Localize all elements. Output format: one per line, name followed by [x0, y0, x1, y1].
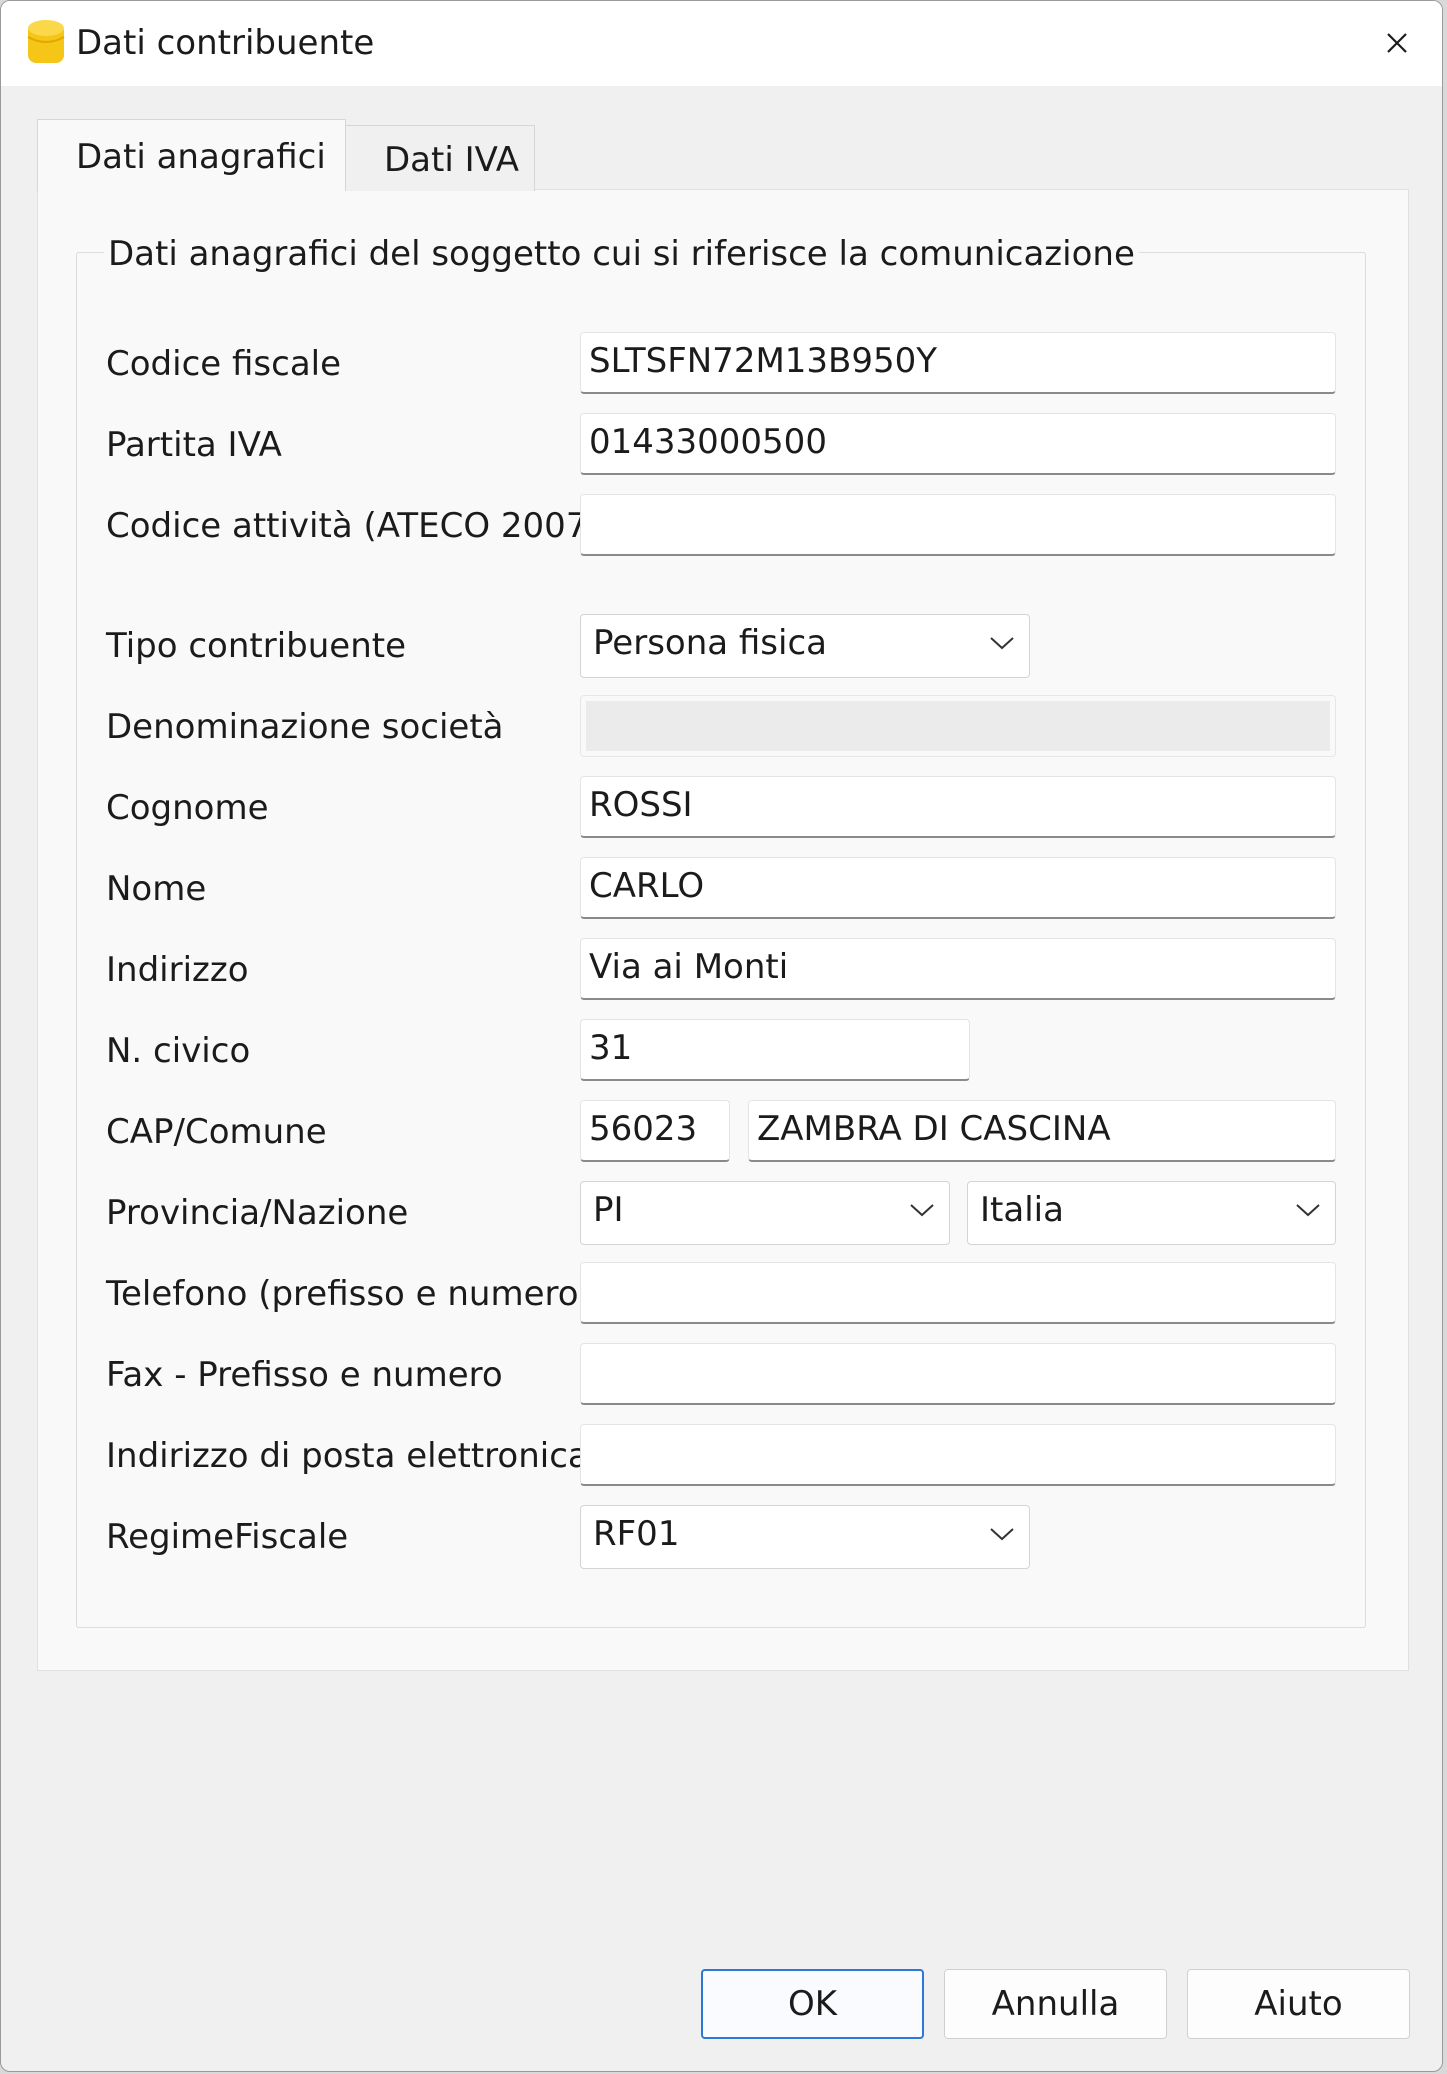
label-nome: Nome	[106, 869, 207, 909]
regime-fiscale-select[interactable]: RF01	[580, 1505, 1030, 1569]
window-title: Dati contribuente	[76, 23, 375, 63]
telefono-field[interactable]	[580, 1262, 1336, 1324]
tipo-contribuente-select[interactable]: Persona fisica	[580, 614, 1030, 678]
denominazione-field	[580, 695, 1336, 757]
cognome-field[interactable]: ROSSI	[580, 776, 1336, 838]
tab-dati-anagrafici[interactable]: Dati anagrafici	[37, 119, 346, 191]
label-fax: Fax - Prefisso e numero	[106, 1355, 503, 1395]
title-bar[interactable]: Dati contribuente	[1, 1, 1442, 86]
label-indirizzo: Indirizzo	[106, 950, 249, 990]
chevron-down-icon	[910, 1204, 934, 1217]
label-partita-iva: Partita IVA	[106, 425, 282, 465]
chevron-down-icon	[990, 637, 1014, 650]
tipo-contribuente-value: Persona fisica	[593, 623, 827, 663]
aiuto-button[interactable]: Aiuto	[1187, 1969, 1410, 2039]
ok-button[interactable]: OK	[701, 1969, 924, 2039]
close-icon	[1387, 33, 1407, 53]
label-codice-attivita: Codice attività (ATECO 2007)	[106, 506, 601, 546]
codice-attivita-field[interactable]	[580, 494, 1336, 556]
label-cap-comune: CAP/Comune	[106, 1112, 327, 1152]
indirizzo-field[interactable]: Via ai Monti	[580, 938, 1336, 1000]
regime-fiscale-value: RF01	[593, 1514, 680, 1554]
cap-field[interactable]: 56023	[580, 1100, 730, 1162]
provincia-value: PI	[593, 1190, 624, 1230]
comune-field[interactable]: ZAMBRA DI CASCINA	[748, 1100, 1336, 1162]
group-title: Dati anagrafici del soggetto cui si rife…	[104, 234, 1139, 274]
provincia-select[interactable]: PI	[580, 1181, 950, 1245]
codice-fiscale-field[interactable]: SLTSFN72M13B950Y	[580, 332, 1336, 394]
nome-field[interactable]: CARLO	[580, 857, 1336, 919]
tab-dati-iva[interactable]: Dati IVA	[345, 125, 535, 191]
label-regime-fiscale: RegimeFiscale	[106, 1517, 349, 1557]
label-codice-fiscale: Codice fiscale	[106, 344, 342, 384]
label-cognome: Cognome	[106, 788, 269, 828]
chevron-down-icon	[1296, 1204, 1320, 1217]
email-field[interactable]	[580, 1424, 1336, 1486]
close-button[interactable]	[1366, 13, 1428, 73]
nazione-select[interactable]: Italia	[967, 1181, 1336, 1245]
label-denominazione: Denominazione società	[106, 707, 504, 747]
civico-field[interactable]: 31	[580, 1019, 970, 1081]
tab-panel: Dati anagrafici del soggetto cui si rife…	[37, 189, 1409, 1671]
annulla-button[interactable]: Annulla	[944, 1969, 1167, 2039]
chevron-down-icon	[990, 1528, 1014, 1541]
label-tipo-contribuente: Tipo contribuente	[106, 626, 407, 666]
partita-iva-field[interactable]: 01433000500	[580, 413, 1336, 475]
dialog-window: Dati contribuente Dati anagrafici Dati I…	[0, 0, 1443, 2072]
app-database-icon	[27, 20, 65, 63]
label-provincia-nazione: Provincia/Nazione	[106, 1193, 409, 1233]
nazione-value: Italia	[980, 1190, 1064, 1230]
label-telefono: Telefono (prefisso e numero)	[106, 1274, 592, 1314]
label-civico: N. civico	[106, 1031, 251, 1071]
fax-field[interactable]	[580, 1343, 1336, 1405]
label-email: Indirizzo di posta elettronica	[106, 1436, 589, 1476]
